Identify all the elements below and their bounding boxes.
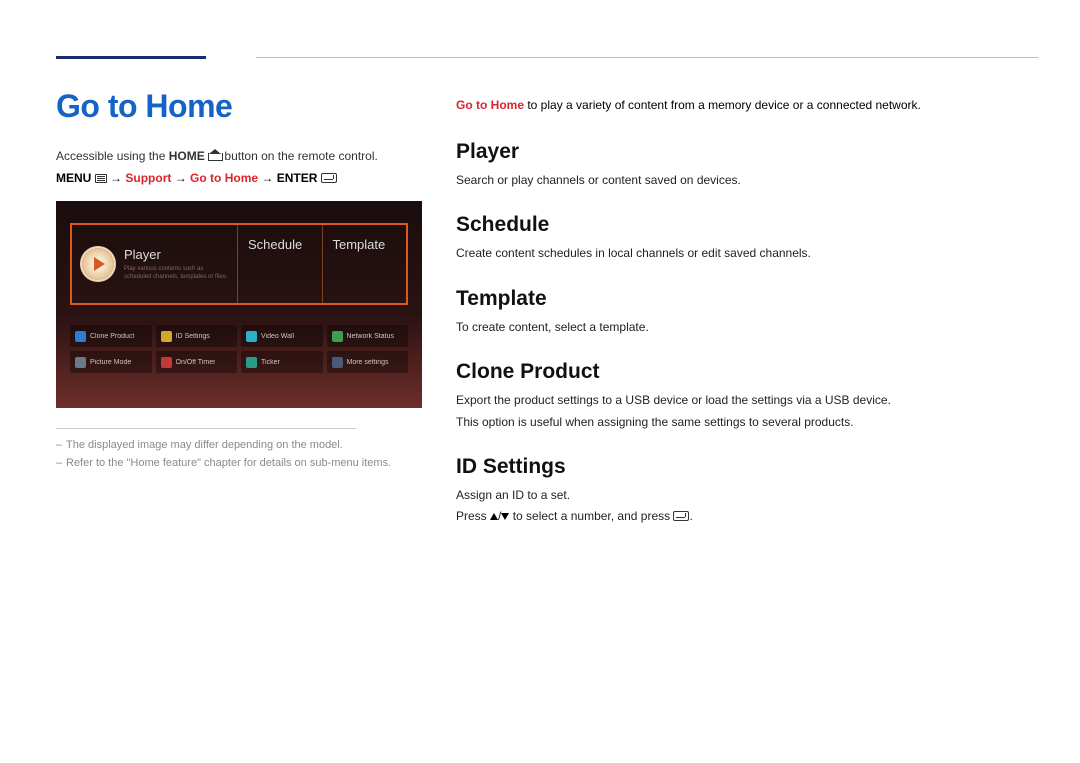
chip-label: More settings [347,359,389,366]
chip-label: ID Settings [176,333,210,340]
footnote-2: –Refer to the "Home feature" chapter for… [56,457,422,469]
heading-schedule: Schedule [456,213,1038,237]
heading-clone-product: Clone Product [456,360,1038,384]
menu-icon [95,174,107,183]
heading-id-settings: ID Settings [456,455,1038,479]
footnote-1-text: The displayed image may differ depending… [66,439,343,451]
tile-template-title: Template [333,237,386,252]
accessible-pre: Accessible using the [56,149,169,163]
text-template: To create content, select a template. [456,319,1038,336]
menu-label: MENU [56,171,91,185]
bottom-grid: Clone Product ID Settings Video Wall Net… [70,325,408,373]
text-id-1: Assign an ID to a set. [456,487,1038,504]
chip-label: Ticker [261,359,280,366]
intro-rest: to play a variety of content from a memo… [524,98,921,112]
timer-icon [161,357,172,368]
tile-player[interactable]: Player Play various contents such as sch… [72,225,237,303]
id-p2c: . [689,509,692,523]
text-clone-2: This option is useful when assigning the… [456,414,1038,431]
arrow: → [258,171,277,185]
network-icon [332,331,343,342]
intro-highlight: Go to Home [456,98,524,112]
ui-screenshot: Player Play various contents such as sch… [56,201,422,408]
heading-template: Template [456,287,1038,311]
clone-icon [75,331,86,342]
accessible-text: Accessible using the HOME button on the … [56,149,422,163]
text-player: Search or play channels or content saved… [456,172,1038,189]
text-id-2: Press / to select a number, and press . [456,508,1038,525]
footnote-1: –The displayed image may differ dependin… [56,439,422,451]
chip-clone-product[interactable]: Clone Product [70,325,152,347]
gear-icon [332,357,343,368]
tile-schedule[interactable]: Schedule [237,225,322,303]
intro-line: Go to Home to play a variety of content … [456,98,1038,112]
accessible-post: button on the remote control. [221,149,378,163]
chip-label: On/Off Timer [176,359,216,366]
tile-player-title: Player [124,247,229,262]
enter-icon [673,511,689,521]
videowall-icon [246,331,257,342]
path-support: Support [125,171,171,185]
chip-label: Video Wall [261,333,294,340]
chip-label: Clone Product [90,333,134,340]
tile-template[interactable]: Template [322,225,407,303]
arrow: → [171,171,190,185]
header-rule [256,57,1038,58]
chip-id-settings[interactable]: ID Settings [156,325,238,347]
picture-icon [75,357,86,368]
chip-video-wall[interactable]: Video Wall [241,325,323,347]
play-icon [80,246,116,282]
left-column: Go to Home Accessible using the HOME but… [56,88,422,550]
enter-icon [321,173,337,183]
triangle-up-icon [490,513,498,520]
footnote-2-text: Refer to the "Home feature" chapter for … [66,457,391,469]
chip-label: Picture Mode [90,359,131,366]
id-p2b: to select a number, and press [509,509,673,523]
id-p2a: Press [456,509,490,523]
ticker-icon [246,357,257,368]
path-goto: Go to Home [190,171,258,185]
home-icon [208,150,221,161]
chip-network-status[interactable]: Network Status [327,325,409,347]
arrow: → [110,171,125,185]
tiles-row: Player Play various contents such as sch… [70,223,408,305]
right-column: Go to Home to play a variety of content … [456,88,1038,550]
path-enter: ENTER [277,171,318,185]
text-schedule: Create content schedules in local channe… [456,245,1038,262]
menu-path: MENU → Support → Go to Home → ENTER [56,171,422,185]
footnote-rule [56,428,356,429]
chip-onoff-timer[interactable]: On/Off Timer [156,351,238,373]
accessible-bold: HOME [169,149,205,163]
chip-more-settings[interactable]: More settings [327,351,409,373]
id-icon [161,331,172,342]
tile-player-sub: Play various contents such as scheduled … [124,266,229,280]
tile-schedule-title: Schedule [248,237,302,252]
page-title: Go to Home [56,88,422,125]
chip-label: Network Status [347,333,394,340]
header-rule-accent [56,56,206,59]
text-clone-1: Export the product settings to a USB dev… [456,392,1038,409]
heading-player: Player [456,140,1038,164]
chip-ticker[interactable]: Ticker [241,351,323,373]
chip-picture-mode[interactable]: Picture Mode [70,351,152,373]
